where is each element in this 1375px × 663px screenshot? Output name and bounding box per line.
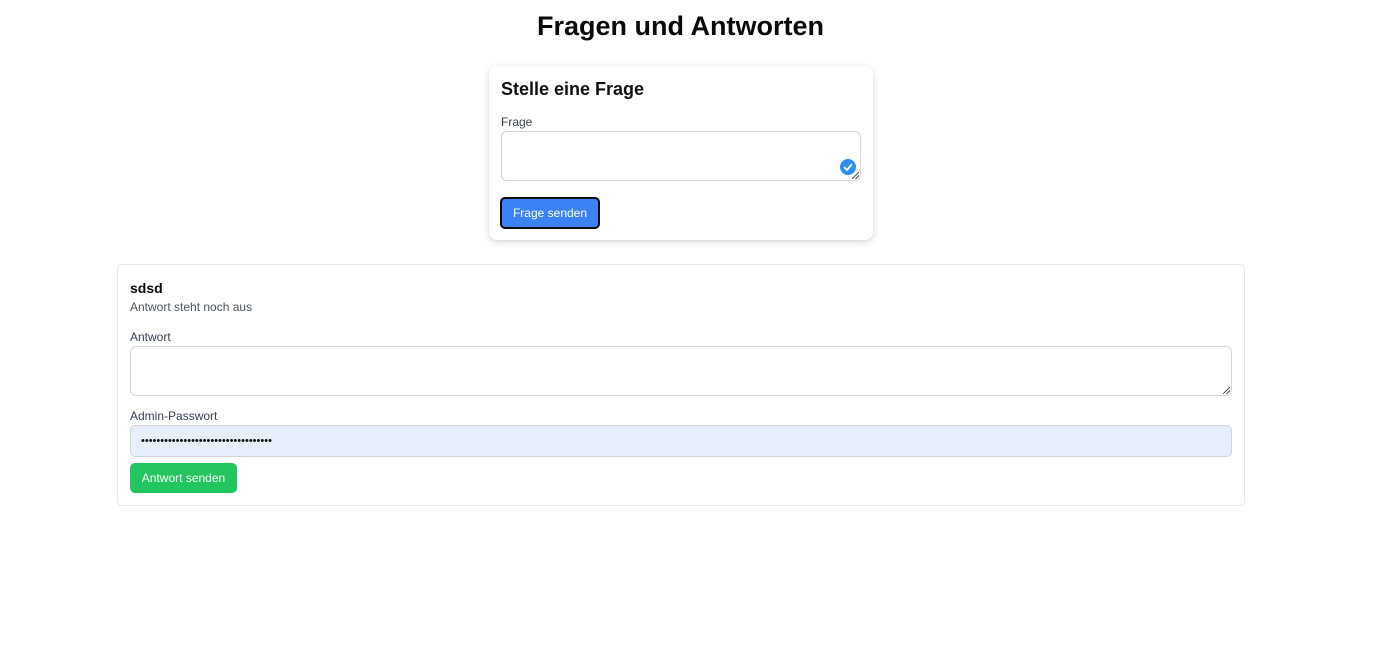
answer-textarea[interactable] [130,346,1232,396]
page-title: Fragen und Antworten [537,11,824,41]
question-field-label: Frage [501,115,533,129]
send-question-button[interactable]: Frage senden [500,197,600,229]
admin-password-label: Admin-Passwort [130,409,218,423]
question-text: sdsd [130,280,163,296]
answer-status: Antwort steht noch aus [130,300,253,314]
ask-question-card: Stelle eine Frage Frage Frage senden [489,66,873,240]
admin-password-input[interactable] [130,425,1232,457]
ask-question-heading: Stelle eine Frage [501,79,645,99]
question-item: sdsd Antwort steht noch aus Antwort Admi… [117,264,1245,506]
answer-field-label: Antwort [130,330,171,344]
resize-grip-icon[interactable] [852,172,859,179]
question-textarea[interactable] [501,131,861,181]
send-answer-button[interactable]: Antwort senden [130,463,237,493]
resize-grip-icon[interactable] [1223,387,1230,394]
